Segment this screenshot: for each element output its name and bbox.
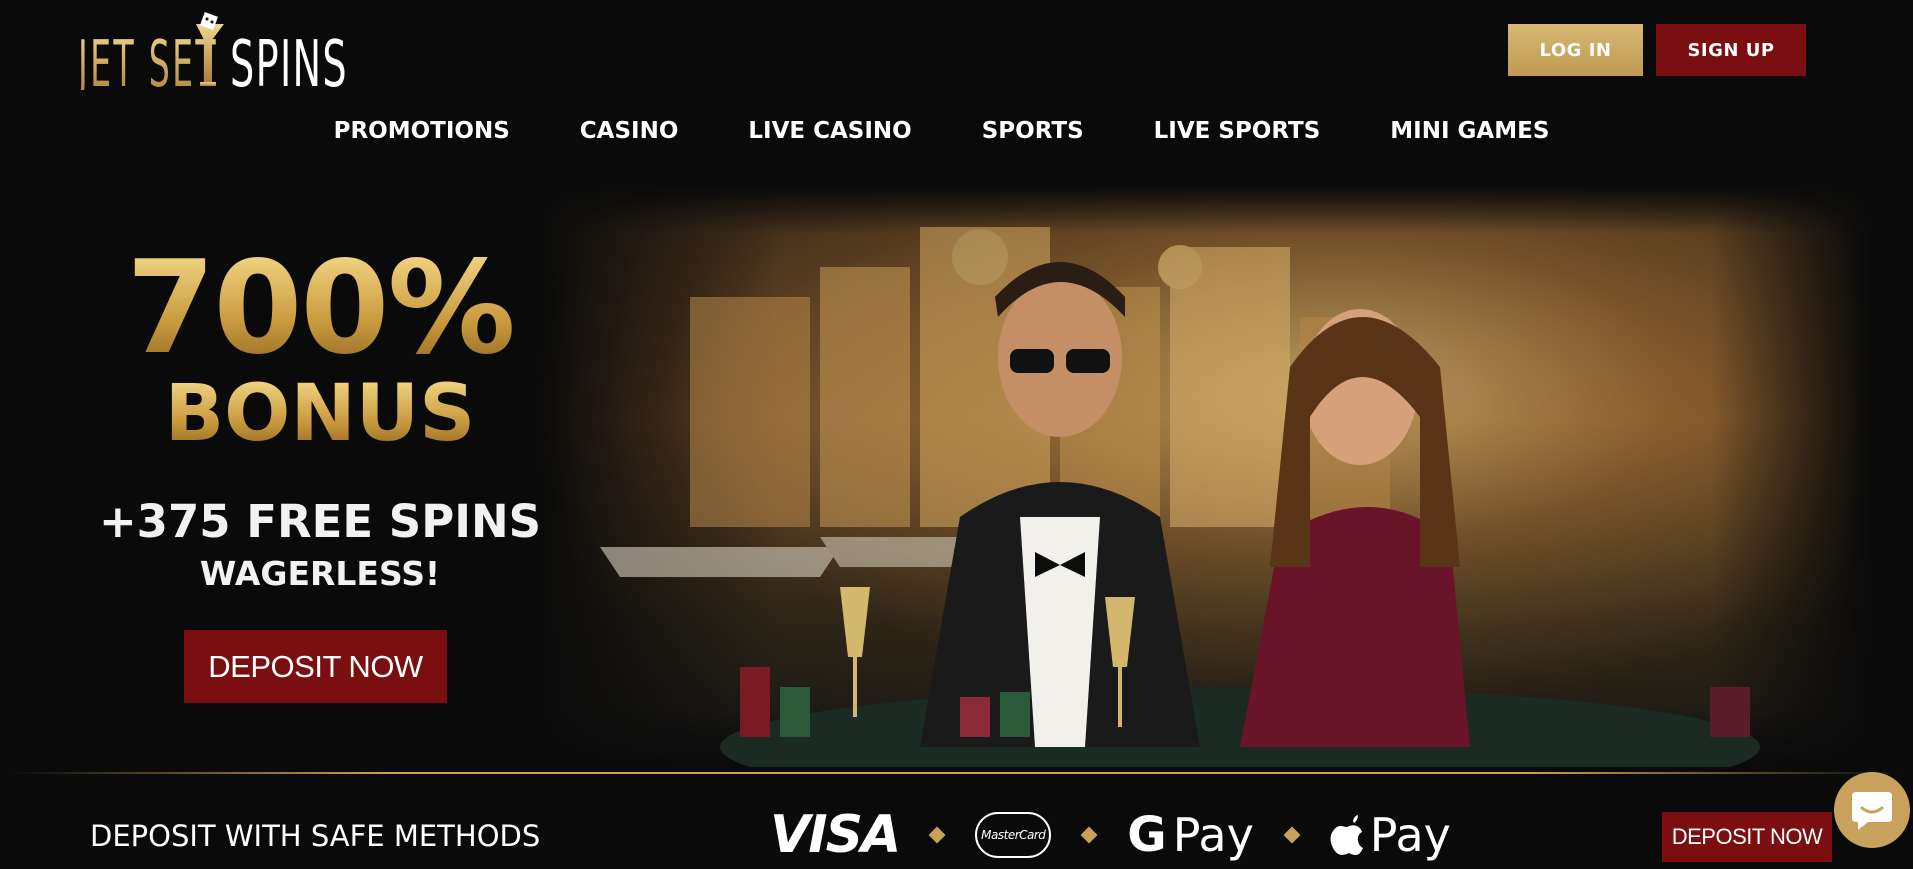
google-g-icon: G: [1127, 807, 1167, 863]
free-spins-text: +375 FREE SPINS: [98, 495, 542, 548]
bonus-percent: 700%: [0, 245, 640, 373]
deposit-now-button[interactable]: DEPOSIT NOW: [184, 630, 447, 703]
payment-strip: DEPOSIT WITH SAFE METHODS VISA MasterCar…: [0, 775, 1913, 869]
chat-button[interactable]: [1834, 772, 1910, 848]
hero-illustration: [540, 187, 1870, 767]
site-logo[interactable]: JET SET SPINS: [76, 10, 348, 102]
hero-banner[interactable]: 700% BONUS +375 FREE SPINS WAGERLESS! DE…: [0, 187, 1913, 767]
safe-methods-label: DEPOSIT WITH SAFE METHODS: [90, 819, 541, 853]
chat-icon: [1852, 792, 1892, 830]
site-header: JET SET SPINS LOG IN SIGN UP PROMOTIONS …: [0, 0, 1913, 185]
main-nav: PROMOTIONS CASINO LIVE CASINO SPORTS LIV…: [0, 112, 1913, 156]
payment-methods: VISA MasterCard G Pay Pay: [770, 805, 1451, 865]
logo-graphic: JET SET SPINS: [76, 12, 348, 102]
visa-logo: VISA: [770, 805, 901, 865]
nav-item-sports[interactable]: SPORTS: [947, 112, 1119, 156]
nav-item-promotions[interactable]: PROMOTIONS: [299, 112, 545, 156]
separator-diamond-icon: [928, 826, 946, 844]
google-pay-logo: G Pay: [1127, 807, 1254, 863]
nav-item-casino[interactable]: CASINO: [545, 112, 714, 156]
section-divider: [10, 772, 1903, 774]
footer-deposit-now-button[interactable]: DEPOSIT NOW: [1662, 812, 1832, 862]
mastercard-logo: MasterCard: [975, 812, 1052, 858]
nav-item-live-casino[interactable]: LIVE CASINO: [713, 112, 946, 156]
nav-item-live-sports[interactable]: LIVE SPORTS: [1119, 112, 1356, 156]
svg-text:SPINS: SPINS: [230, 28, 348, 90]
wagerless-text: WAGERLESS!: [199, 554, 441, 593]
login-button[interactable]: LOG IN: [1508, 24, 1643, 76]
google-pay-text: Pay: [1172, 808, 1254, 862]
apple-pay-logo: Pay: [1330, 808, 1451, 862]
separator-diamond-icon: [1080, 826, 1098, 844]
apple-pay-text: Pay: [1369, 808, 1451, 862]
svg-text:JET SET: JET SET: [78, 28, 218, 90]
promo-block: 700% BONUS +375 FREE SPINS WAGERLESS! DE…: [0, 187, 640, 767]
bonus-heading: BONUS: [0, 375, 640, 453]
apple-icon: [1330, 815, 1363, 855]
separator-diamond-icon: [1283, 826, 1301, 844]
signup-button[interactable]: SIGN UP: [1656, 24, 1806, 76]
nav-item-mini-games[interactable]: MINI GAMES: [1355, 112, 1584, 156]
